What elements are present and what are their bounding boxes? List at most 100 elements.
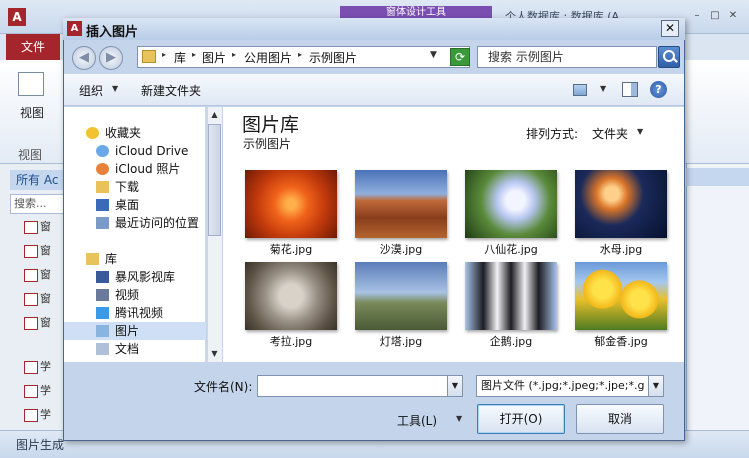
penguins-thumbnail[interactable]	[465, 262, 557, 330]
desktop-icon	[96, 199, 109, 211]
window-close-icon[interactable]: ✕	[726, 10, 740, 22]
nav-item[interactable]: 窗	[14, 288, 66, 310]
chevron-right-icon[interactable]: ▸	[298, 50, 302, 59]
chevron-down-icon[interactable]: ▼	[112, 84, 118, 93]
hydrangeas-thumbnail[interactable]	[465, 170, 557, 238]
property-sheet-panel	[686, 164, 749, 430]
tree-item[interactable]: 收藏夹	[64, 124, 206, 142]
change-view-icon[interactable]	[573, 84, 587, 96]
tree-item[interactable]: 图片	[64, 322, 206, 340]
folder-icon	[142, 50, 156, 63]
chevron-right-icon[interactable]: ▸	[192, 50, 196, 59]
navigation-search-input[interactable]: 搜索...	[10, 194, 68, 214]
chevron-down-icon[interactable]: ▼	[430, 50, 437, 60]
nav-item[interactable]: 学	[14, 380, 66, 402]
file-name-label[interactable]: 考拉.jpg	[236, 333, 346, 349]
library-icon	[86, 253, 99, 265]
tree-item[interactable]: 暴风影视库	[64, 268, 206, 286]
sort-by-dropdown[interactable]: 文件夹	[592, 125, 628, 142]
chevron-right-icon[interactable]: ▸	[162, 50, 166, 59]
scrollbar-thumb[interactable]	[208, 124, 221, 236]
minimize-icon[interactable]: –	[690, 10, 704, 22]
file-name-label[interactable]: 沙漠.jpg	[346, 241, 456, 257]
tree-item[interactable]: 库	[64, 250, 206, 268]
nav-item[interactable]: 窗	[14, 240, 66, 262]
dialog-title-bar[interactable]	[63, 18, 685, 40]
tree-item-label: 腾讯视频	[115, 306, 164, 320]
tree-item[interactable]: iCloud Drive	[64, 142, 206, 160]
tree-item[interactable]: 下载	[64, 178, 206, 196]
tree-item[interactable]: 视频	[64, 286, 206, 304]
recent-places-icon	[96, 217, 109, 229]
nav-item[interactable]: 窗	[14, 216, 66, 238]
view-button-label[interactable]: 视图	[20, 104, 44, 121]
lighthouse-thumbnail[interactable]	[355, 262, 447, 330]
file-name-input[interactable]	[257, 375, 463, 397]
breadcrumb-library[interactable]: 库	[174, 49, 186, 66]
address-bar[interactable]	[137, 46, 470, 68]
breadcrumb-sample-pictures[interactable]: 示例图片	[309, 49, 357, 66]
dialog-title: 插入图片	[86, 25, 139, 40]
tree-item[interactable]: 最近访问的位置	[64, 214, 206, 232]
refresh-icon[interactable]: ⟳	[450, 48, 470, 66]
file-name-label: 文件名(N):	[194, 380, 253, 394]
help-icon[interactable]: ?	[650, 81, 667, 98]
tree-item[interactable]: 桌面	[64, 196, 206, 214]
forward-button[interactable]: ▶	[99, 46, 123, 70]
file-name-label[interactable]: 企鹅.jpg	[456, 333, 566, 349]
tree-item[interactable]: iCloud 照片	[64, 160, 206, 178]
tools-menu-button[interactable]: 工具(L)	[397, 412, 437, 429]
tree-item[interactable]: 腾讯视频	[64, 304, 206, 322]
breadcrumb-pictures[interactable]: 图片	[202, 49, 226, 66]
file-name-label[interactable]: 八仙花.jpg	[456, 241, 566, 257]
sort-by-label: 排列方式:	[526, 127, 579, 141]
chevron-down-icon[interactable]: ▼	[456, 414, 462, 423]
chevron-down-icon[interactable]: ▼	[447, 376, 462, 396]
cancel-button[interactable]: 取消	[576, 404, 664, 434]
scroll-down-icon[interactable]: ▼	[208, 347, 221, 361]
nav-item[interactable]: 学	[14, 404, 66, 426]
chrysanthemum-thumbnail[interactable]	[245, 170, 337, 238]
file-type-select[interactable]: 图片文件 (*.jpg;*.jpeg;*.jpe;*.g	[476, 375, 664, 397]
nav-item[interactable]: 学	[14, 356, 66, 378]
preview-pane-icon[interactable]	[622, 82, 638, 97]
maximize-icon[interactable]: □	[708, 10, 722, 22]
star-icon	[86, 127, 99, 139]
nav-item[interactable]: 窗	[14, 264, 66, 286]
chevron-down-icon[interactable]: ▼	[600, 84, 606, 93]
tree-item[interactable]: 文档	[64, 340, 206, 358]
status-text: 图片生成	[16, 438, 65, 452]
file-name-label[interactable]: 郁金香.jpg	[566, 333, 676, 349]
chevron-right-icon[interactable]: ▸	[232, 50, 236, 59]
search-icon[interactable]	[658, 46, 680, 68]
desert-thumbnail[interactable]	[355, 170, 447, 238]
navigation-pane-header[interactable]: 所有 Ac	[10, 170, 70, 190]
file-name-label[interactable]: 水母.jpg	[566, 241, 676, 257]
tulips-thumbnail[interactable]	[575, 262, 667, 330]
view-icon[interactable]	[18, 72, 44, 96]
tree-item-label: iCloud 照片	[115, 162, 181, 176]
chevron-down-icon[interactable]: ▼	[648, 376, 663, 396]
organize-button[interactable]: 组织	[79, 82, 103, 99]
search-input[interactable]: 搜索 示例图片	[477, 46, 657, 68]
open-button[interactable]: 打开(O)	[477, 404, 565, 434]
jellyfish-thumbnail[interactable]	[575, 170, 667, 238]
file-name-label[interactable]: 菊花.jpg	[236, 241, 346, 257]
chevron-down-icon[interactable]: ▼	[637, 127, 643, 136]
pictures-icon	[96, 325, 109, 337]
new-folder-button[interactable]: 新建文件夹	[141, 82, 201, 99]
tree-item-label: 最近访问的位置	[115, 216, 200, 230]
video-library-icon	[96, 271, 109, 283]
download-folder-icon	[96, 181, 109, 193]
koala-thumbnail[interactable]	[245, 262, 337, 330]
scroll-up-icon[interactable]: ▲	[208, 108, 221, 122]
nav-item[interactable]: 窗	[14, 312, 66, 334]
breadcrumb-public-pictures[interactable]: 公用图片	[244, 49, 292, 66]
tree-item-label: 收藏夹	[105, 126, 142, 140]
tree-item-label: 暴风影视库	[115, 270, 176, 284]
file-name-label[interactable]: 灯塔.jpg	[346, 333, 456, 349]
tencent-video-icon	[96, 307, 109, 319]
file-tab[interactable]: 文件	[6, 34, 60, 60]
dialog-close-button[interactable]: ✕	[661, 20, 679, 37]
back-button[interactable]: ◀	[72, 46, 96, 70]
